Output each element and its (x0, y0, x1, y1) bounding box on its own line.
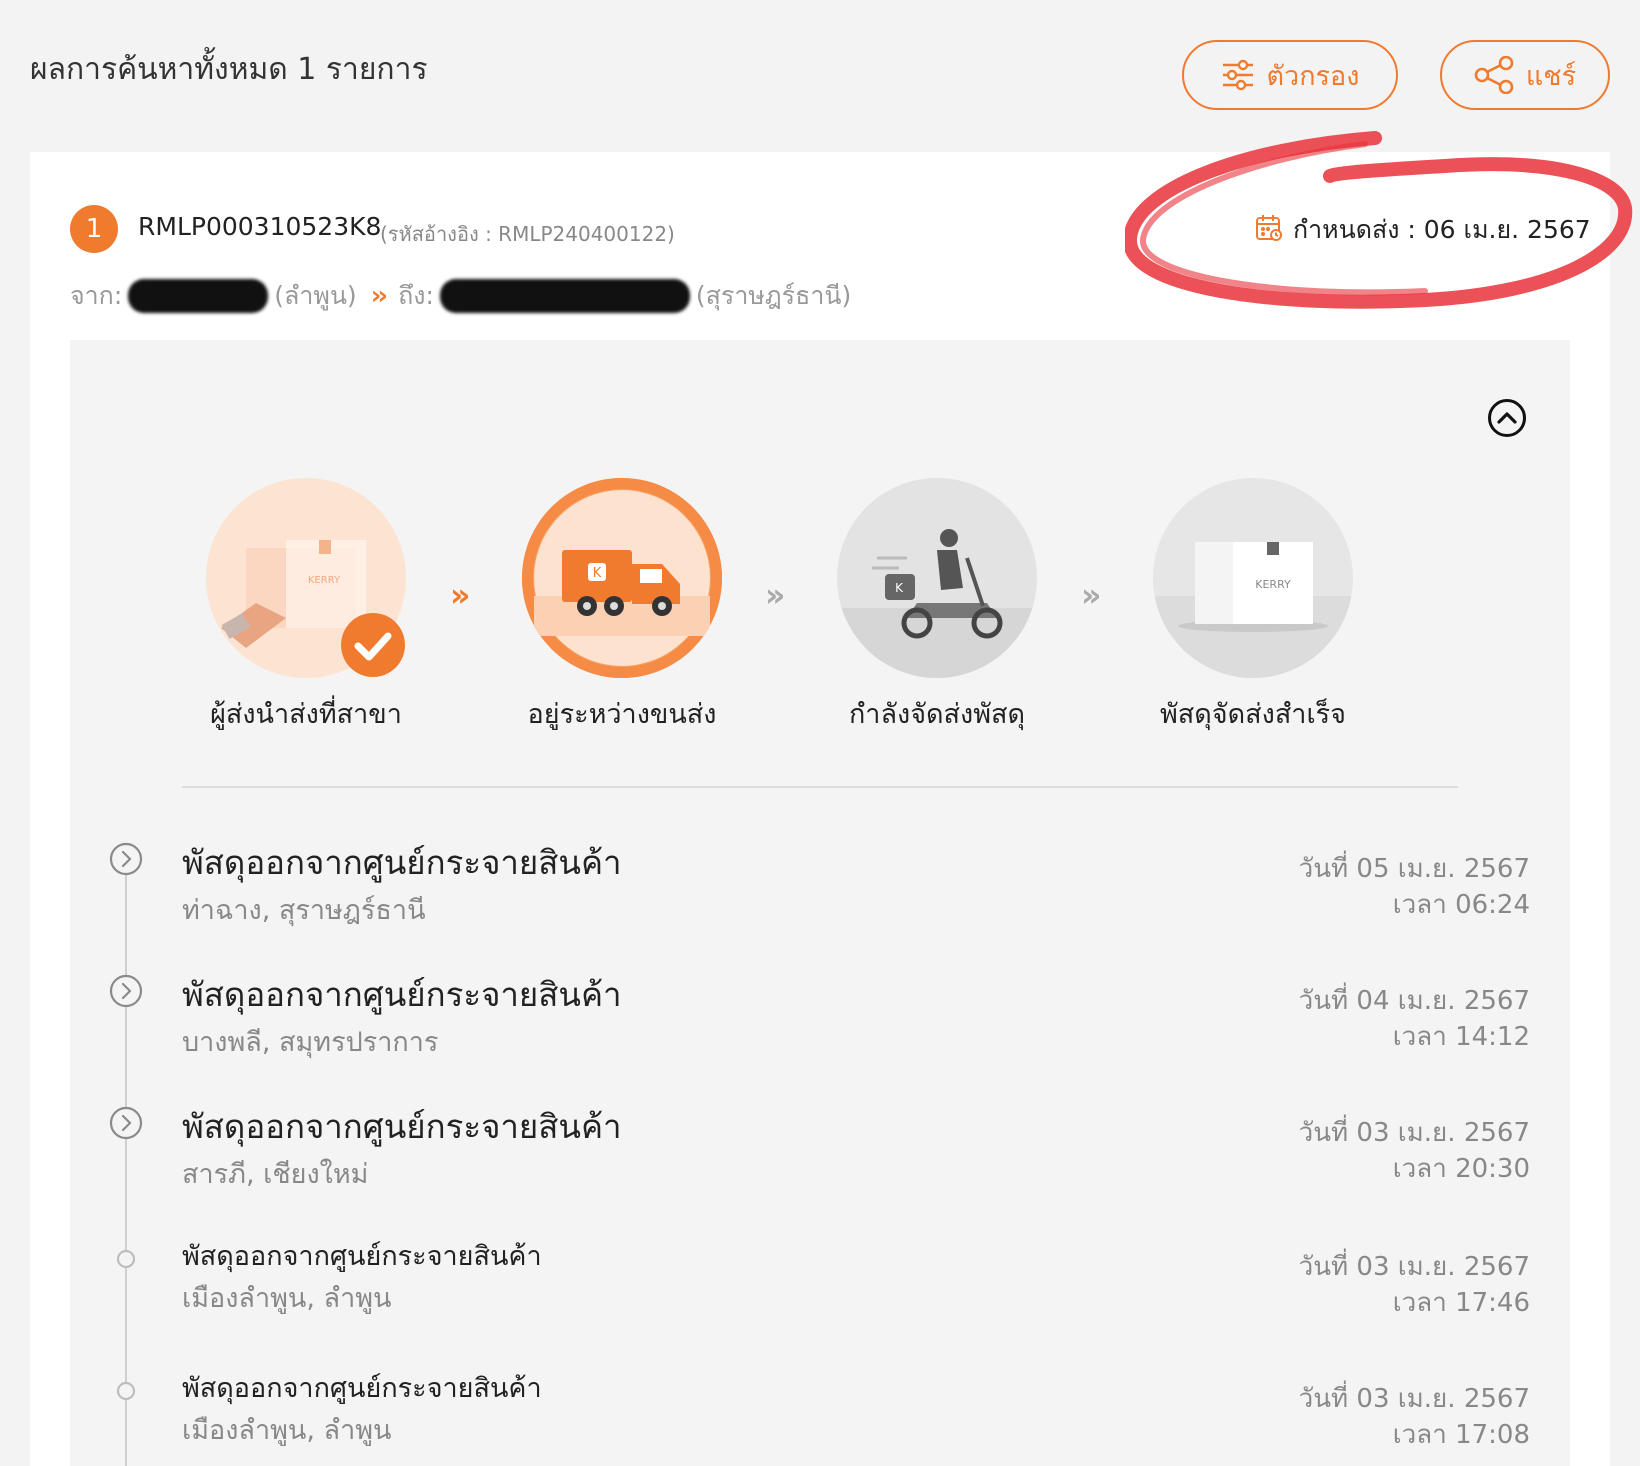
timeline-title: พัสดุออกจากศูนย์กระจายสินค้า (182, 1241, 542, 1272)
reference-code: (รหัสอ้างอิง : RMLP240400122) (380, 222, 675, 246)
step-delivered: KERRY พัสดุจัดส่งสำเร็จ (1153, 478, 1353, 735)
step-in-transit-illustration: K (522, 478, 722, 678)
timeline-line (125, 858, 127, 1466)
step-dropoff-label: ผู้ส่งนำส่งที่สาขา (210, 699, 402, 730)
timeline-date: วันที่ 05 เม.ย. 2567 (1298, 854, 1530, 884)
svg-text:K: K (895, 581, 904, 595)
filter-icon (1221, 59, 1255, 91)
step-delivered-illustration: KERRY (1153, 478, 1353, 678)
timeline-location: ท่าฉาง, สุราษฎร์ธานี (182, 895, 426, 926)
timeline-title: พัสดุออกจากศูนย์กระจายสินค้า (182, 843, 622, 882)
timeline-time: เวลา 17:46 (1392, 1288, 1530, 1318)
timeline-time: เวลา 06:24 (1392, 890, 1530, 920)
timeline-time: เวลา 14:12 (1392, 1022, 1530, 1052)
share-button[interactable]: แชร์ (1440, 40, 1610, 110)
timeline-title: พัสดุออกจากศูนย์กระจายสินค้า (182, 1107, 622, 1146)
collapse-button[interactable] (1487, 398, 1527, 438)
from-province: (ลำพูน) (274, 281, 357, 310)
route-row: จาก: (ลำพูน) ›› ถึง: (สุราษฎร์ธานี) (70, 276, 851, 316)
to-province: (สุราษฎร์ธานี) (695, 281, 852, 310)
step-arrow-icon: ›› (765, 576, 786, 614)
timeline-location: เมืองลำพูน, ลำพูน (182, 1283, 392, 1314)
results-title: ผลการค้นหาทั้งหมด 1 รายการ (30, 52, 428, 87)
filter-button[interactable]: ตัวกรอง (1182, 40, 1398, 110)
route-arrow-icon: ›› (370, 281, 389, 311)
redacted-recipient (439, 279, 690, 313)
timeline-location: สารภี, เชียงใหม่ (182, 1159, 369, 1190)
tracking-number: RMLP000310523K8 (138, 212, 382, 241)
timeline-date: วันที่ 03 เม.ย. 2567 (1298, 1118, 1530, 1148)
chevron-right-circle-icon[interactable] (109, 1106, 143, 1140)
step-delivered-label: พัสดุจัดส่งสำเร็จ (1159, 699, 1347, 730)
timeline-date: วันที่ 04 เม.ย. 2567 (1298, 986, 1530, 1016)
from-label: จาก: (70, 281, 123, 310)
step-arrow-icon: ›› (1081, 576, 1102, 614)
to-label: ถึง: (398, 281, 434, 310)
divider (182, 786, 1458, 788)
timeline-title: พัสดุออกจากศูนย์กระจายสินค้า (182, 1373, 542, 1404)
step-in-transit: K อยู่ระหว่างขนส่ง (522, 478, 722, 735)
item-index-badge: 1 (70, 205, 118, 253)
filter-label: ตัวกรอง (1266, 60, 1360, 92)
timeline-time: เวลา 17:08 (1392, 1420, 1530, 1450)
chevron-up-icon (1488, 399, 1526, 437)
step-out-for-delivery: K กำลังจัดส่งพัสดุ (837, 478, 1037, 735)
timeline-time: เวลา 20:30 (1392, 1154, 1530, 1184)
redacted-sender (128, 279, 269, 313)
svg-text:KERRY: KERRY (1255, 578, 1291, 591)
timeline-dot-icon (116, 1381, 136, 1401)
timeline-title: พัสดุออกจากศูนย์กระจายสินค้า (182, 975, 622, 1014)
step-dropoff: KERRY ผู้ส่งนำส่งที่สาขา (206, 478, 406, 735)
share-label: แชร์ (1525, 60, 1577, 92)
step-out-for-delivery-label: กำลังจัดส่งพัสดุ (848, 699, 1026, 730)
chevron-right-circle-icon[interactable] (109, 974, 143, 1008)
step-out-for-delivery-illustration: K (837, 478, 1037, 678)
svg-text:KERRY: KERRY (308, 575, 341, 586)
step-arrow-icon: ›› (450, 576, 471, 614)
timeline-dot-icon (116, 1249, 136, 1269)
chevron-right-circle-icon[interactable] (109, 842, 143, 876)
annotation-circle (1125, 131, 1633, 309)
share-icon (1474, 56, 1514, 94)
step-in-transit-label: อยู่ระหว่างขนส่ง (527, 699, 717, 730)
timeline-location: บางพลี, สมุทรปราการ (182, 1027, 439, 1058)
timeline-date: วันที่ 03 เม.ย. 2567 (1298, 1252, 1530, 1282)
svg-text:K: K (593, 566, 602, 581)
check-icon (341, 613, 405, 677)
timeline-location: เมืองลำพูน, ลำพูน (182, 1415, 392, 1446)
timeline-date: วันที่ 03 เม.ย. 2567 (1298, 1384, 1530, 1414)
